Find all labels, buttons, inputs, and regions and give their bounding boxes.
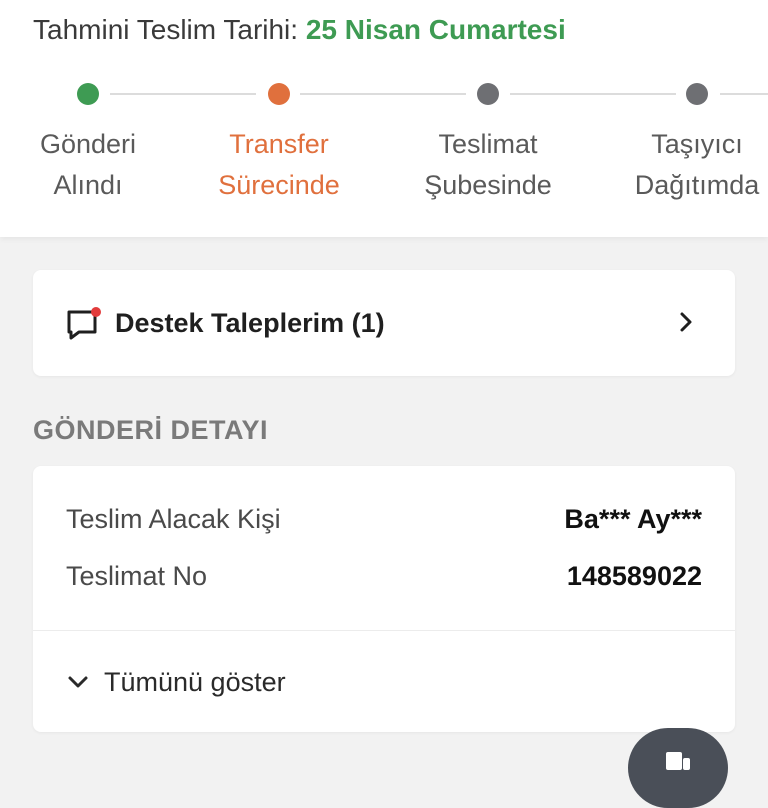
detail-row-delivery-no: Teslimat No 148589022 bbox=[66, 556, 702, 596]
chat-fab-button[interactable] bbox=[628, 728, 728, 808]
chat-icon bbox=[666, 752, 690, 770]
detail-value: Ba*** Ay*** bbox=[564, 504, 702, 534]
step-label-transfer: Transfer Sürecinde bbox=[184, 124, 374, 206]
eta-label: Tahmini Teslim Tarihi: bbox=[33, 14, 299, 45]
show-all-button[interactable]: Tümünü göster bbox=[66, 662, 286, 702]
track-line bbox=[510, 93, 676, 95]
step-dot-courier bbox=[686, 83, 708, 105]
step-label-received: Gönderi Alındı bbox=[0, 124, 183, 206]
eta-value: 25 Nisan Cumartesi bbox=[305, 14, 566, 45]
section-title: GÖNDERİ DETAYI bbox=[33, 415, 269, 445]
step-label-line: Taşıyıcı bbox=[651, 129, 743, 159]
step-label-line: Şubesinde bbox=[424, 170, 552, 200]
estimated-delivery: Tahmini Teslim Tarihi: 25 Nisan Cumartes… bbox=[33, 12, 566, 48]
support-tickets-label: Destek Taleplerim (1) bbox=[115, 308, 385, 338]
detail-value: 148589022 bbox=[566, 561, 702, 591]
chevron-right-icon bbox=[680, 312, 692, 332]
track-line bbox=[300, 93, 466, 95]
divider bbox=[33, 630, 735, 631]
step-dot-transfer bbox=[268, 83, 290, 105]
detail-row-recipient: Teslim Alacak Kişi Ba*** Ay*** bbox=[66, 499, 702, 539]
step-label-line: Alındı bbox=[53, 170, 123, 200]
track-line bbox=[110, 93, 256, 95]
step-label-courier: Taşıyıcı Dağıtımda bbox=[602, 124, 768, 206]
detail-key: Teslim Alacak Kişi bbox=[66, 504, 281, 534]
step-label-line: Teslimat bbox=[438, 129, 538, 159]
shipment-detail-card: Teslim Alacak Kişi Ba*** Ay*** Teslimat … bbox=[33, 466, 735, 732]
step-label-branch: Teslimat Şubesinde bbox=[393, 124, 583, 206]
chevron-down-icon bbox=[68, 676, 88, 688]
step-dot-branch bbox=[477, 83, 499, 105]
track-line bbox=[720, 93, 768, 95]
step-label-line: Gönderi bbox=[39, 129, 137, 159]
step-dot-received bbox=[77, 83, 99, 105]
chat-bubble-icon bbox=[67, 307, 101, 340]
tracking-card: Tahmini Teslim Tarihi: 25 Nisan Cumartes… bbox=[0, 0, 768, 237]
step-label-line: Sürecinde bbox=[218, 170, 340, 200]
show-all-label: Tümünü göster bbox=[104, 667, 286, 697]
support-tickets-button[interactable]: Destek Taleplerim (1) bbox=[33, 270, 735, 376]
detail-key: Teslimat No bbox=[66, 561, 208, 591]
step-label-line: Dağıtımda bbox=[634, 170, 760, 200]
step-label-line: Transfer bbox=[229, 129, 329, 159]
